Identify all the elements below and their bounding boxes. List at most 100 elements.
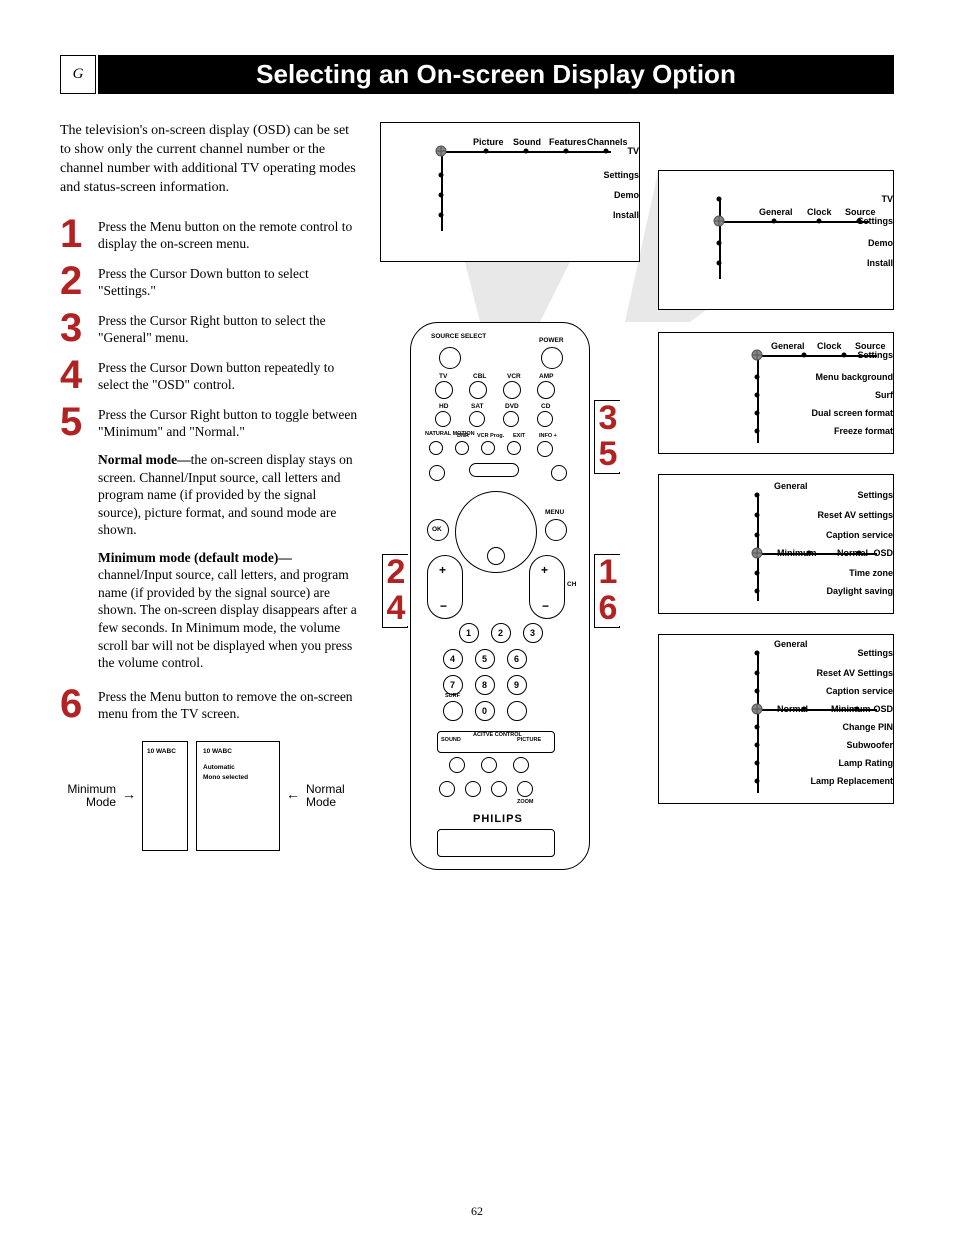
sound-label: SOUND [441,737,461,743]
brand-label: PHILIPS [473,813,523,825]
menu-screen-2: General Clock Source TV Settings Demo In… [658,170,894,310]
menu-item: Dual screen format [801,408,893,418]
menu-item: Demo [839,238,893,248]
tv-button[interactable] [435,381,453,399]
power-label: POWER [539,337,564,344]
num-label: 2 [498,628,503,638]
num-label: 8 [482,680,487,690]
menu-item: Picture [473,137,504,147]
minimum-mode-text: channel/Input source, call letters, and … [98,567,357,670]
step-5: 5 Press the Cursor Right button to toggl… [60,404,360,441]
cbl-label: CBL [473,373,486,380]
yellow-button[interactable] [491,781,507,797]
remote-control: SOURCE SELECT POWER TV CBL VCR AMP HD SA… [410,322,590,870]
enter-button[interactable] [507,701,527,721]
step-number: 3 [60,310,98,347]
menu-label: MENU [545,509,564,516]
step-text: Press the Menu button to remove the on-s… [98,686,360,723]
hd-button[interactable] [435,411,451,427]
ac-button[interactable] [481,757,497,773]
menu-item: Normal [837,548,868,558]
active-control-label: ACITVE CONTROL [473,733,503,739]
red-button[interactable] [439,781,455,797]
menu-screen-4: General Settings Reset AV settings Capti… [658,474,894,614]
step-number: 1 [60,216,98,253]
source-select-label: SOURCE SELECT [431,333,471,340]
step-number: 6 [60,686,98,723]
mute-button[interactable] [487,547,505,565]
bottom-panel [437,829,555,857]
sound-button[interactable] [449,757,465,773]
callout-6: 6 [595,591,621,627]
pip-button[interactable] [429,465,445,481]
callout-1: 1 [595,555,621,591]
picture-label: PICTURE [517,737,541,743]
nm-button[interactable] [429,441,443,455]
menu-item: Demo [585,190,639,200]
menu-item: Daylight saving [801,586,893,596]
callout-5: 5 [595,437,621,473]
menu-item: General [771,341,805,351]
menu-item: Normal [777,704,808,714]
slider[interactable] [469,463,519,477]
zoom-button[interactable] [517,781,533,797]
exit-button[interactable] [507,441,521,455]
menu-item: Settings [585,170,639,180]
step-text: Press the Cursor Right button to select … [98,310,360,347]
sat-label: SAT [471,403,484,410]
dvd-button[interactable] [503,411,519,427]
normal-mode-label: Normal Mode [306,783,356,809]
menu-item: Settings [839,216,893,226]
source-select-button[interactable] [439,347,461,369]
num-label: 5 [482,654,487,664]
green-button[interactable] [465,781,481,797]
menu-screen-3: General Clock Source Settings Menu backg… [658,332,894,454]
menu-item: Caption service [801,686,893,696]
exit-label: EXIT [513,433,525,439]
vcr-button[interactable] [503,381,521,399]
info-button[interactable] [537,441,553,457]
sat-button[interactable] [469,411,485,427]
step-number: 2 [60,263,98,300]
vcrprog-button[interactable] [481,441,495,455]
menu-item: Freeze format [801,426,893,436]
menu-button[interactable] [545,519,567,541]
step-text: Press the Cursor Right button to toggle … [98,404,360,441]
tv-label: TV [439,373,447,380]
callout-3: 3 [595,401,621,437]
menu-item: TV [839,194,893,204]
menu-item: Minimum [831,704,871,714]
vcr-prog-label: VCR Prog. [477,433,504,439]
step-4: 4 Press the Cursor Down button repeatedl… [60,357,360,394]
right-column: Picture Sound Features Channels TV Setti… [380,122,894,851]
step-6: 6 Press the Menu button to remove the on… [60,686,360,723]
cbl-button[interactable] [469,381,487,399]
plus-icon: + [541,563,548,577]
dnr-label: DNR [457,433,469,439]
mono-label: Mono selected [203,774,248,781]
power-button[interactable] [541,347,563,369]
ch-label: CH [567,581,576,588]
menu-item: Menu background [801,372,893,382]
surf-button[interactable] [443,701,463,721]
step-text: Press the Cursor Down button to select "… [98,263,360,300]
picture-button[interactable] [513,757,529,773]
vcr-label: VCR [507,373,521,380]
menu-item: Minimum [777,548,817,558]
auto-label: Automatic [203,764,235,771]
step-3: 3 Press the Cursor Right button to selec… [60,310,360,347]
menu-item: Lamp Replacement [801,776,893,786]
minus-icon: − [440,599,447,613]
num-label: 7 [450,680,455,690]
ok-label: OK [432,526,442,533]
callout-box: 1 6 [594,554,620,628]
minimum-mode-paragraph: Minimum mode (default mode)— channel/Inp… [98,549,360,672]
amp-button[interactable] [537,381,555,399]
cd-button[interactable] [537,411,553,427]
amp-label: AMP [539,373,553,380]
dnr-button[interactable] [455,441,469,455]
cc-button[interactable] [551,465,567,481]
menu-screen-1: Picture Sound Features Channels TV Setti… [380,122,640,262]
arrow-right-icon: → [122,788,136,804]
step-text: Press the Menu button on the remote cont… [98,216,360,253]
